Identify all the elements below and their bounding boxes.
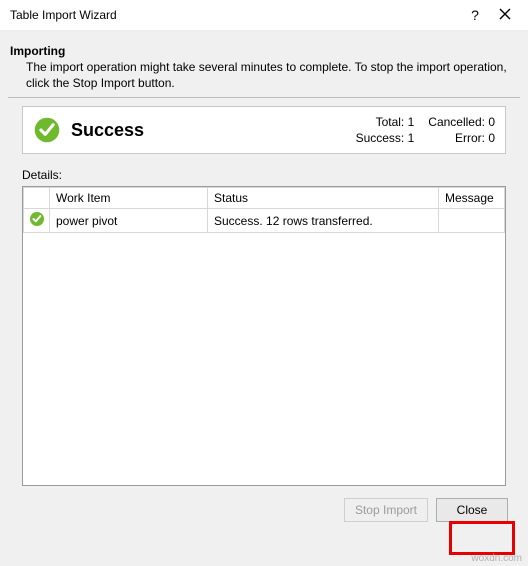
row-work-item: power pivot	[50, 209, 208, 233]
footer: Stop Import Close	[8, 486, 520, 522]
details-grid: Work Item Status Message	[22, 186, 506, 486]
stat-total: Total: 1	[356, 115, 415, 129]
watermark: woxdn.com	[471, 553, 522, 564]
success-label: Success	[71, 120, 356, 141]
col-status: Status	[208, 188, 439, 209]
section-heading: Importing	[10, 44, 518, 58]
help-button[interactable]: ?	[460, 1, 490, 29]
close-button[interactable]: Close	[436, 498, 508, 522]
col-icon	[24, 188, 50, 209]
table-row: power pivot Success. 12 rows transferred…	[24, 209, 505, 233]
success-check-icon	[29, 211, 45, 227]
stat-cancelled: Cancelled: 0	[428, 115, 495, 129]
window-title: Table Import Wizard	[10, 8, 460, 22]
success-stats: Total: 1 Cancelled: 0 Success: 1 Error: …	[356, 115, 495, 145]
divider	[8, 97, 520, 98]
content-area: Importing The import operation might tak…	[0, 30, 528, 522]
close-icon	[499, 7, 511, 23]
row-status: Success. 12 rows transferred.	[208, 209, 439, 233]
table-header-row: Work Item Status Message	[24, 188, 505, 209]
titlebar: Table Import Wizard ?	[0, 0, 528, 30]
row-message	[439, 209, 505, 233]
section-description: The import operation might take several …	[26, 60, 520, 91]
success-check-icon	[33, 116, 61, 144]
stop-import-button: Stop Import	[344, 498, 428, 522]
col-work-item: Work Item	[50, 188, 208, 209]
success-panel: Success Total: 1 Cancelled: 0 Success: 1…	[22, 106, 506, 154]
row-status-icon-cell	[24, 209, 50, 233]
close-window-button[interactable]	[490, 1, 520, 29]
col-message: Message	[439, 188, 505, 209]
help-icon: ?	[471, 7, 479, 23]
stat-error: Error: 0	[428, 131, 495, 145]
stat-success: Success: 1	[356, 131, 415, 145]
details-label: Details:	[22, 168, 506, 182]
close-button-highlight	[449, 521, 515, 555]
